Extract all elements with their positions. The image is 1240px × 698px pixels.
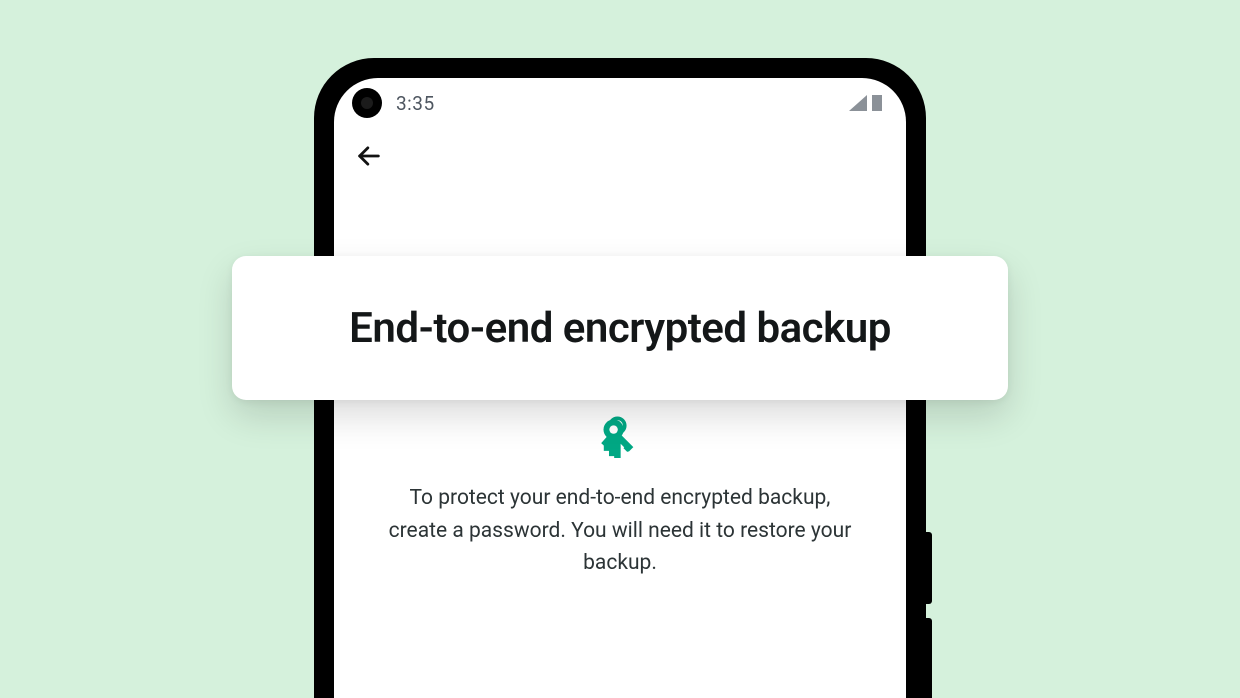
key-icon xyxy=(598,414,642,462)
camera-hole xyxy=(352,88,382,118)
toolbar xyxy=(334,128,906,184)
arrow-left-icon xyxy=(355,142,383,170)
phone-side-button xyxy=(926,618,932,698)
back-button[interactable] xyxy=(352,139,386,173)
description-text: To protect your end-to-end encrypted bac… xyxy=(385,482,855,580)
title-card: End-to-end encrypted backup xyxy=(232,256,1008,400)
phone-side-button xyxy=(926,532,932,604)
status-icons xyxy=(849,95,882,111)
status-clock: 3:35 xyxy=(396,92,435,115)
status-bar: 3:35 xyxy=(334,78,906,128)
page-title: End-to-end encrypted backup xyxy=(349,304,891,353)
battery-icon xyxy=(872,95,882,111)
signal-icon xyxy=(849,95,867,111)
